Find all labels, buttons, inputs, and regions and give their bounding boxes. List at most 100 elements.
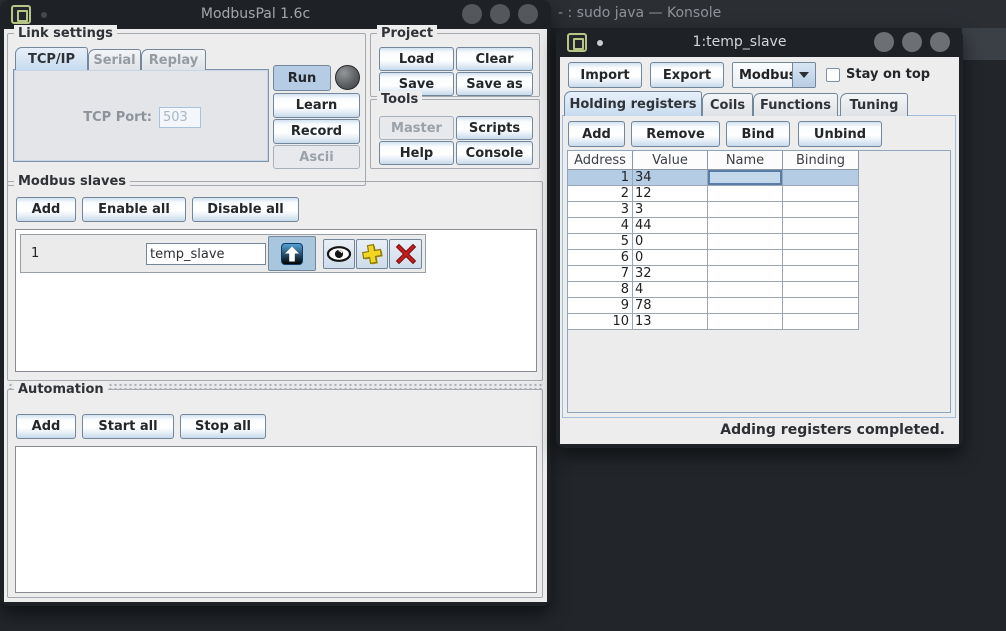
table-row[interactable]: 9 78: [568, 298, 859, 314]
table-row[interactable]: 1 34: [568, 170, 859, 186]
cell-name[interactable]: [708, 282, 783, 298]
delete-slave-button[interactable]: [389, 239, 422, 269]
tab-serial[interactable]: Serial: [88, 49, 141, 70]
col-header-binding[interactable]: Binding: [783, 151, 859, 170]
tab-replay[interactable]: Replay: [141, 49, 206, 70]
add-automation-main-button[interactable]: Add: [16, 414, 76, 439]
col-header-name[interactable]: Name: [708, 151, 783, 170]
cell-address[interactable]: 1: [568, 170, 633, 186]
cell-value[interactable]: 32: [633, 266, 708, 282]
maximize-button[interactable]: [490, 4, 510, 24]
cell-value[interactable]: 4: [633, 282, 708, 298]
tab-tcpip[interactable]: TCP/IP: [15, 47, 88, 70]
table-row[interactable]: 10 13: [568, 314, 859, 330]
temp-slave-titlebar[interactable]: 1:temp_slave: [556, 28, 963, 57]
tab-coils[interactable]: Coils: [702, 93, 753, 116]
table-row[interactable]: 7 32: [568, 266, 859, 282]
clear-button[interactable]: Clear: [456, 47, 533, 71]
bind-button[interactable]: Bind: [726, 121, 790, 147]
cell-value[interactable]: 3: [633, 202, 708, 218]
record-button[interactable]: Record: [273, 119, 360, 144]
unbind-button[interactable]: Unbind: [798, 121, 882, 147]
cell-name[interactable]: [708, 314, 783, 330]
cell-name[interactable]: [708, 170, 783, 186]
minimize-button[interactable]: [462, 4, 482, 24]
disable-all-button[interactable]: Disable all: [192, 197, 299, 222]
cell-name[interactable]: [708, 234, 783, 250]
cell-binding[interactable]: [783, 314, 859, 330]
cell-name[interactable]: [708, 298, 783, 314]
cell-address[interactable]: 3: [568, 202, 633, 218]
cell-address[interactable]: 4: [568, 218, 633, 234]
table-row[interactable]: 5 0: [568, 234, 859, 250]
add-slave-button[interactable]: Add: [16, 197, 76, 222]
cell-binding[interactable]: [783, 170, 859, 186]
load-button[interactable]: Load: [379, 47, 454, 71]
cell-binding[interactable]: [783, 202, 859, 218]
cell-value[interactable]: 12: [633, 186, 708, 202]
cell-name[interactable]: [708, 218, 783, 234]
cell-binding[interactable]: [783, 266, 859, 282]
cell-address[interactable]: 2: [568, 186, 633, 202]
cell-address[interactable]: 7: [568, 266, 633, 282]
slave-row[interactable]: 1: [20, 234, 426, 273]
table-row[interactable]: 6 0: [568, 250, 859, 266]
add-automation-button[interactable]: [356, 239, 388, 269]
cell-value[interactable]: 0: [633, 234, 708, 250]
show-slave-button[interactable]: [323, 239, 355, 269]
cell-value[interactable]: 78: [633, 298, 708, 314]
window-menu-icon[interactable]: [567, 33, 587, 52]
remove-register-button[interactable]: Remove: [631, 121, 720, 147]
tcp-port-input[interactable]: [159, 107, 201, 128]
close-button[interactable]: [930, 32, 950, 52]
export-button[interactable]: Export: [650, 62, 724, 88]
cell-value[interactable]: 44: [633, 218, 708, 234]
learn-button[interactable]: Learn: [273, 93, 360, 118]
cell-address[interactable]: 8: [568, 282, 633, 298]
start-all-button[interactable]: Start all: [82, 414, 174, 439]
enable-all-button[interactable]: Enable all: [82, 197, 186, 222]
maximize-button[interactable]: [902, 32, 922, 52]
tab-tuning[interactable]: Tuning: [840, 93, 908, 116]
table-row[interactable]: 4 44: [568, 218, 859, 234]
cell-binding[interactable]: [783, 298, 859, 314]
cell-binding[interactable]: [783, 218, 859, 234]
cell-binding[interactable]: [783, 234, 859, 250]
save-as-button[interactable]: Save as: [456, 72, 533, 96]
cell-address[interactable]: 5: [568, 234, 633, 250]
close-button[interactable]: [518, 4, 538, 24]
cell-name[interactable]: [708, 202, 783, 218]
cell-address[interactable]: 10: [568, 314, 633, 330]
cell-name[interactable]: [708, 186, 783, 202]
add-register-button[interactable]: Add: [568, 121, 625, 147]
cell-value[interactable]: 34: [633, 170, 708, 186]
cell-name[interactable]: [708, 266, 783, 282]
import-button[interactable]: Import: [568, 62, 642, 88]
cell-value[interactable]: 13: [633, 314, 708, 330]
stop-all-button[interactable]: Stop all: [180, 414, 266, 439]
stay-on-top-checkbox[interactable]: [826, 68, 840, 82]
scripts-button[interactable]: Scripts: [456, 116, 533, 140]
table-row[interactable]: 8 4: [568, 282, 859, 298]
col-header-value[interactable]: Value: [633, 151, 708, 170]
cell-address[interactable]: 6: [568, 250, 633, 266]
run-button[interactable]: Run: [273, 65, 331, 91]
cell-binding[interactable]: [783, 282, 859, 298]
slave-enabled-toggle[interactable]: [268, 236, 316, 271]
console-button[interactable]: Console: [456, 141, 533, 165]
slave-name-input[interactable]: [146, 243, 266, 265]
window-menu-icon[interactable]: [11, 5, 31, 24]
cell-name[interactable]: [708, 250, 783, 266]
table-row[interactable]: 2 12: [568, 186, 859, 202]
minimize-button[interactable]: [874, 32, 894, 52]
cell-binding[interactable]: [783, 250, 859, 266]
help-button[interactable]: Help: [379, 141, 454, 165]
cell-address[interactable]: 9: [568, 298, 633, 314]
tab-functions[interactable]: Functions: [753, 93, 838, 116]
col-header-address[interactable]: Address: [568, 151, 633, 170]
cell-binding[interactable]: [783, 186, 859, 202]
cell-value[interactable]: 0: [633, 250, 708, 266]
table-row[interactable]: 3 3: [568, 202, 859, 218]
modbus-mode-select[interactable]: Modbus: [732, 62, 816, 88]
tab-holding-registers[interactable]: Holding registers: [564, 91, 702, 116]
